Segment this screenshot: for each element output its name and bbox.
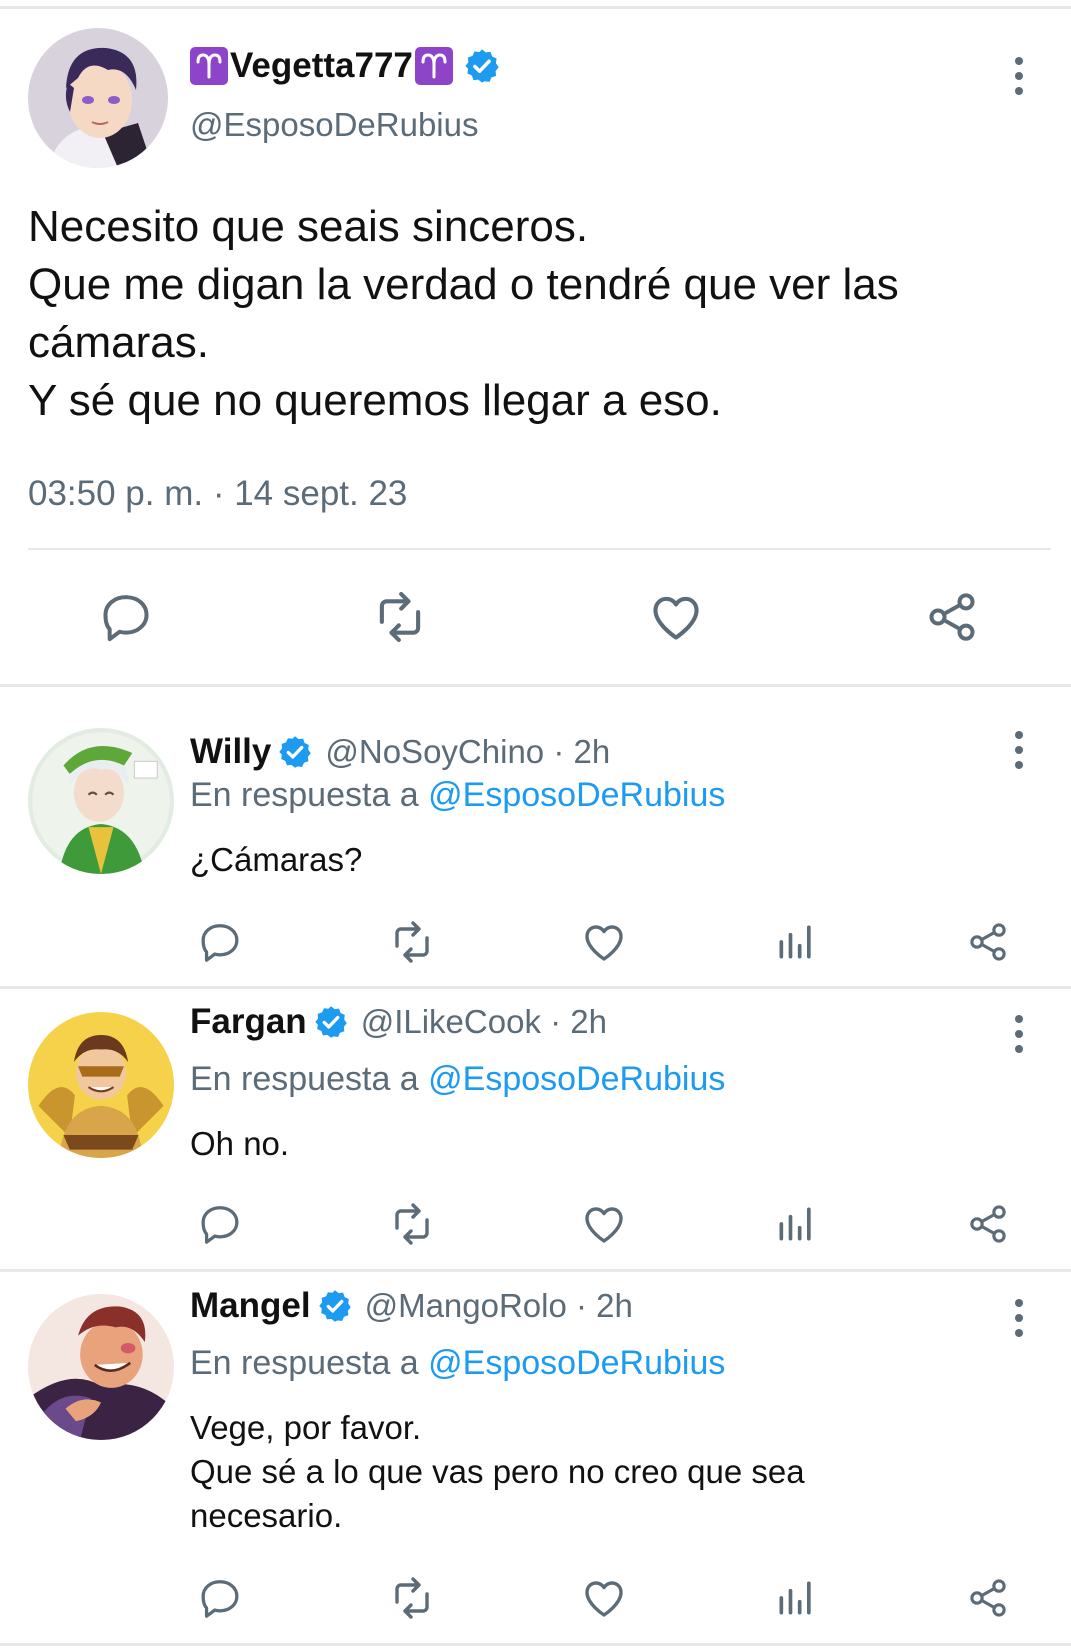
retweet-button[interactable] <box>388 918 436 966</box>
reply-text: Vege, por favor. Que sé a lo que vas per… <box>190 1406 805 1538</box>
reply-text-line: Vege, por favor. <box>190 1409 422 1446</box>
avatar-mangel[interactable] <box>28 1294 174 1440</box>
reply-icon <box>201 1580 239 1618</box>
reply-icon <box>103 595 149 642</box>
avatar-vegetta[interactable] <box>28 28 168 168</box>
views-icon <box>779 925 811 959</box>
reply-to-link[interactable]: @EsposoDeRubius <box>428 776 725 814</box>
main-timestamp[interactable]: 03:50 p. m. · 14 sept. 23 <box>28 474 407 514</box>
reply-handle-time[interactable]: @MangoRolo · 2h <box>365 1287 633 1325</box>
main-tweet-line: Y sé que no queremos llegar a eso. <box>28 376 722 425</box>
avatar-fargan[interactable] <box>28 1012 174 1158</box>
share-icon <box>970 923 1006 961</box>
reply-text: ¿Cámaras? <box>190 838 362 882</box>
retweet-icon <box>379 591 421 643</box>
more-options-icon[interactable] <box>1007 56 1031 96</box>
retweet-icon <box>395 1203 429 1245</box>
section-divider <box>0 1269 1071 1272</box>
reply-context: En respuesta a @EsposoDeRubius <box>190 776 725 815</box>
views-button[interactable] <box>772 1200 820 1248</box>
share-button[interactable] <box>964 918 1012 966</box>
reply-text: Oh no. <box>190 1122 289 1166</box>
reply-text-line: Que sé a lo que vas pero no creo que sea <box>190 1453 805 1490</box>
reply-text-line: ¿Cámaras? <box>190 841 363 878</box>
retweet-button[interactable] <box>370 587 430 647</box>
reply-author-line: Mangel @MangoRolo · 2h <box>190 1284 633 1328</box>
reply-button[interactable] <box>96 587 156 647</box>
reply-handle-time[interactable]: @ILikeCook · 2h <box>361 1003 607 1041</box>
reply-prefix: En respuesta a <box>190 776 419 814</box>
main-handle[interactable]: @EsposoDeRubius <box>190 106 478 144</box>
retweet-icon <box>395 1577 429 1619</box>
reply-to-link[interactable]: @EsposoDeRubius <box>428 1060 725 1098</box>
views-button[interactable] <box>772 918 820 966</box>
more-options-icon[interactable] <box>1007 730 1031 770</box>
reply-handle-time[interactable]: @NoSoyChino · 2h <box>325 733 610 771</box>
top-divider <box>0 6 1071 9</box>
reply-text-line: necesario. <box>190 1497 343 1534</box>
main-tweet-line: Que me digan la verdad o tendré que ver … <box>28 260 899 309</box>
retweet-button[interactable] <box>388 1200 436 1248</box>
more-options-icon[interactable] <box>1007 1298 1031 1338</box>
retweet-icon <box>395 921 429 963</box>
reply-context: En respuesta a @EsposoDeRubius <box>190 1344 725 1383</box>
reply-context: En respuesta a @EsposoDeRubius <box>190 1060 725 1099</box>
avatar-willy[interactable] <box>28 728 174 874</box>
like-button[interactable] <box>646 587 706 647</box>
reply-display-name[interactable]: Fargan <box>190 1002 307 1042</box>
like-icon <box>653 596 699 640</box>
like-icon <box>585 1207 623 1243</box>
share-button[interactable] <box>964 1574 1012 1622</box>
main-tweet-text: Necesito que seais sinceros. Que me diga… <box>28 198 899 430</box>
reply-icon <box>201 924 239 962</box>
section-divider <box>0 684 1071 687</box>
reply-icon <box>201 1206 239 1244</box>
aries-badge-icon <box>414 47 453 85</box>
like-button[interactable] <box>580 1200 628 1248</box>
share-button[interactable] <box>922 587 982 647</box>
reply-prefix: En respuesta a <box>190 1060 419 1098</box>
more-options-icon[interactable] <box>1007 1014 1031 1054</box>
like-icon <box>585 925 623 961</box>
verified-badge-icon <box>313 1004 349 1040</box>
views-button[interactable] <box>772 1574 820 1622</box>
reply-text-line: Oh no. <box>190 1125 290 1162</box>
share-icon <box>970 1205 1006 1243</box>
main-tweet-line: cámaras. <box>28 318 209 367</box>
verified-badge-icon <box>317 1288 353 1324</box>
aries-badge-icon <box>190 47 228 85</box>
reply-author-line: Fargan @ILikeCook · 2h <box>190 1000 607 1044</box>
reply-button[interactable] <box>196 1200 244 1248</box>
share-icon <box>970 1579 1006 1617</box>
reply-display-name[interactable]: Mangel <box>190 1286 311 1326</box>
reply-to-link[interactable]: @EsposoDeRubius <box>428 1344 725 1382</box>
bottom-divider <box>0 1643 1071 1646</box>
main-display-name[interactable]: Vegetta777 <box>230 46 413 86</box>
share-button[interactable] <box>964 1200 1012 1248</box>
retweet-button[interactable] <box>388 1574 436 1622</box>
main-inner-divider <box>28 548 1051 550</box>
share-icon <box>929 593 975 641</box>
verified-badge-icon <box>277 734 313 770</box>
like-icon <box>585 1581 623 1617</box>
reply-display-name[interactable]: Willy <box>190 732 271 772</box>
main-author-line: Vegetta777 <box>190 44 501 88</box>
reply-button[interactable] <box>196 1574 244 1622</box>
main-tweet-line: Necesito que seais sinceros. <box>28 202 589 251</box>
views-icon <box>779 1581 811 1615</box>
views-icon <box>779 1207 811 1241</box>
section-divider <box>0 986 1071 989</box>
reply-author-line: Willy @NoSoyChino · 2h <box>190 730 610 774</box>
reply-button[interactable] <box>196 918 244 966</box>
reply-prefix: En respuesta a <box>190 1344 419 1382</box>
like-button[interactable] <box>580 918 628 966</box>
like-button[interactable] <box>580 1574 628 1622</box>
verified-badge-icon <box>463 47 501 85</box>
